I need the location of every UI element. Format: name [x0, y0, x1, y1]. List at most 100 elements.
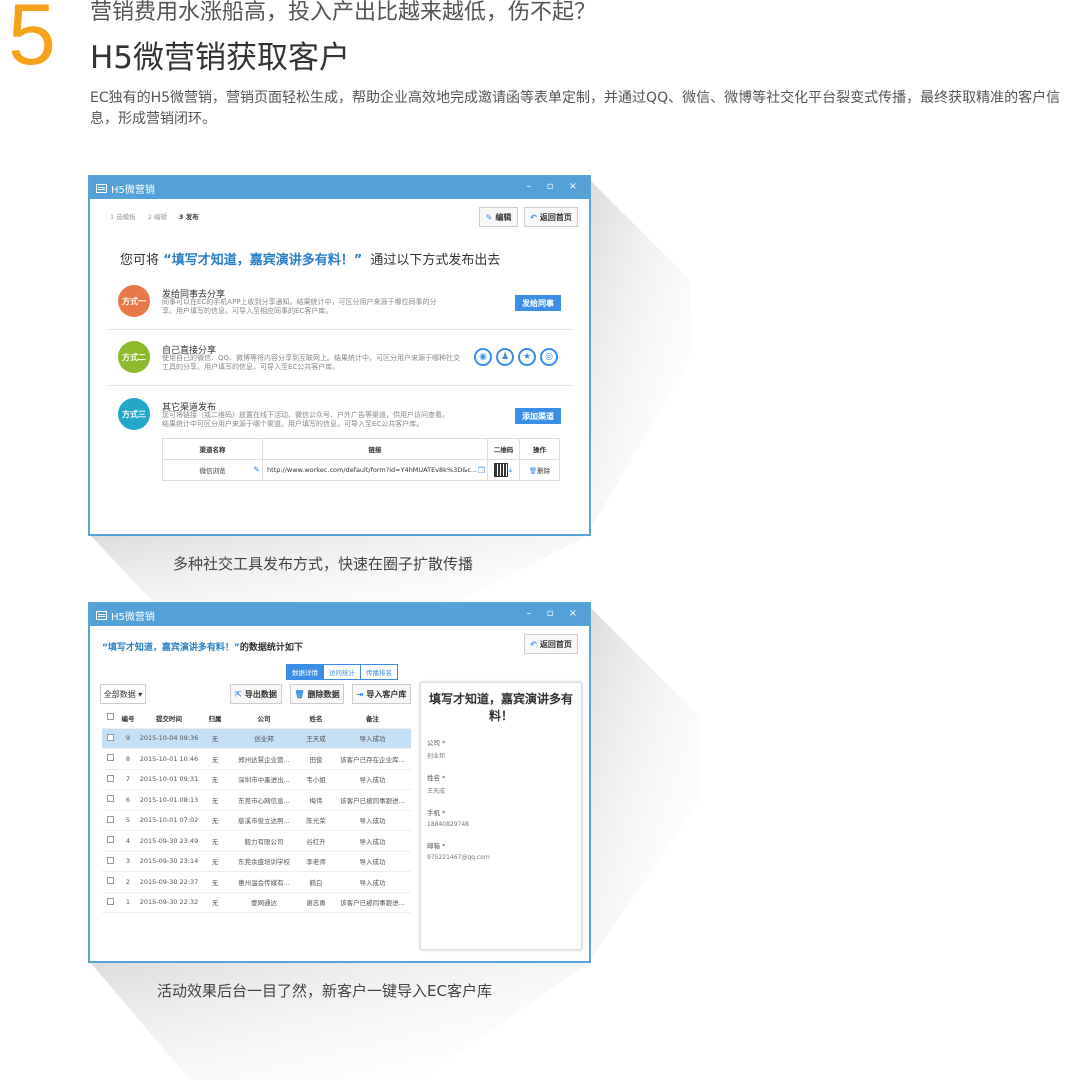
- back-arrow-icon: ↶: [530, 639, 537, 649]
- qr-code-icon[interactable]: [493, 463, 508, 477]
- row-number: 7: [118, 769, 138, 790]
- row-note: 导入成功: [334, 769, 411, 790]
- row-name: 梅伟: [298, 789, 334, 811]
- table-row[interactable]: 1 2015-09-30 22:32 无壹网通达 谢志勇 该客户已被同事跟进...: [102, 892, 411, 913]
- table-row[interactable]: 2 2015-09-30 22:37 无惠州温会传媒有... 鹤白 导入成功: [102, 871, 411, 893]
- row-checkbox[interactable]: [106, 897, 114, 905]
- back-home-button[interactable]: ↶ 返回首页: [524, 634, 578, 654]
- window-controls[interactable]: – ▫ ×: [526, 181, 583, 192]
- col-header: 编号: [118, 708, 138, 729]
- row-name: 李老师: [298, 851, 334, 872]
- qq-icon[interactable]: ♟: [496, 348, 514, 366]
- row-checkbox[interactable]: [106, 754, 114, 762]
- col-header: 操作: [519, 438, 560, 460]
- select-all-checkbox[interactable]: [106, 713, 114, 721]
- copy-icon[interactable]: ❐: [478, 466, 485, 475]
- tab-visit-stats[interactable]: 访问统计: [323, 664, 361, 680]
- section-description: EC独有的H5微营销，营销页面轻松生成，帮助企业高效地完成邀请函等表单定制，并通…: [90, 90, 1061, 127]
- field-value-email: 975221467@qq.com: [427, 854, 490, 861]
- row-note: 导入成功: [334, 851, 411, 872]
- method-desc-1: 同事可以在EC的手机APP上收到分享通知。结果统计中，可区分用户来源于哪位同事的…: [162, 298, 437, 315]
- delete-data-button[interactable]: 🗑 删除数据: [290, 684, 344, 704]
- section-subtitle: 营销费用水涨船高，投入产出比越来越低，伤不起？: [90, 0, 597, 25]
- row-checkbox[interactable]: [106, 856, 114, 864]
- window-titlebar: H5微营销 – ▫ ×: [90, 177, 589, 199]
- caption-stats: 活动效果后台一目了然，新客户一键导入EC客户库: [157, 982, 492, 1000]
- export-data-button[interactable]: ⇱ 导出数据: [230, 684, 282, 704]
- row-checkbox[interactable]: [106, 733, 114, 741]
- row-name: 王天成: [298, 728, 334, 749]
- table-row[interactable]: 6 2015-10-01 08:13 无东莞市心网信息... 梅伟 该客户已被同事跟进.…: [102, 789, 411, 811]
- app-icon: [96, 610, 107, 620]
- field-label-name: 姓名 *: [427, 774, 446, 782]
- row-checkbox[interactable]: [106, 774, 114, 782]
- qzone-icon[interactable]: ★: [518, 348, 536, 366]
- col-header: 归属: [200, 708, 230, 729]
- tab-data-detail[interactable]: 数据详情: [286, 664, 324, 680]
- step-1[interactable]: 1 选模板: [110, 211, 136, 221]
- back-home-button[interactable]: ↶ 返回首页: [524, 207, 578, 227]
- channel-name: 微信浏览: [199, 467, 226, 475]
- table-row[interactable]: 5 2015-10-01 07:02 无慈溪市俊立达照... 陈光荣 导入成功: [102, 810, 411, 831]
- row-checkbox[interactable]: [106, 795, 114, 803]
- stats-heading: “填写才知道，嘉宾演讲多有料！”的数据统计如下: [102, 643, 303, 653]
- publish-headline: 您可将 “填写才知道，嘉宾演讲多有料！” 通过以下方式发布出去: [120, 253, 501, 268]
- row-note: 该客户已存在企业库...: [334, 748, 411, 770]
- field-label-phone: 手机 *: [427, 809, 446, 817]
- row-checkbox[interactable]: [106, 836, 114, 844]
- row-company: 深圳市中墨进出...: [230, 769, 298, 790]
- window-controls[interactable]: – ▫ ×: [526, 608, 583, 619]
- table-row[interactable]: 4 2015-09-30 23:49 无毅力有限公司 谷红升 导入成功: [102, 830, 411, 852]
- channel-table: 渠道名称 链接 二维码 操作 微信浏览 ✎ http://www.workec.c…: [162, 438, 560, 481]
- table-row[interactable]: 8 2015-10-01 10:46 无郑州达慧企业管... 田俊 该客户已存在企业库.…: [102, 748, 411, 770]
- step-3[interactable]: 3 发布: [179, 211, 199, 221]
- table-row[interactable]: 3 2015-09-30 23:14 无东莞余盛培训学校 李老师 导入成功: [102, 851, 411, 872]
- window-title: H5微营销: [111, 611, 155, 623]
- step-2[interactable]: 2 编辑: [148, 211, 167, 221]
- row-number: 1: [118, 892, 138, 913]
- add-channel-button[interactable]: 添加渠道: [515, 408, 561, 424]
- app-icon: [96, 183, 107, 193]
- method-desc-2: 使用自己的微信、QQ、微博等将内容分享到互联网上。结果统计中，可区分用户来源于哪…: [162, 354, 461, 371]
- weibo-icon[interactable]: ◎: [540, 348, 558, 366]
- download-icon[interactable]: ⤓: [509, 465, 513, 474]
- import-icon: ⇥: [356, 689, 364, 699]
- row-owner: 无: [200, 789, 230, 811]
- field-label-company: 公司 *: [427, 739, 446, 747]
- row-number: 9: [118, 728, 138, 749]
- row-company: 惠州温会传媒有...: [230, 871, 298, 893]
- row-note: 该客户已被同事跟进...: [334, 892, 411, 913]
- row-time: 2015-10-01 07:02: [138, 810, 200, 831]
- tab-spread-rank[interactable]: 传播排名: [360, 664, 398, 680]
- row-owner: 无: [200, 748, 230, 770]
- row-owner: 无: [200, 728, 230, 749]
- edit-icon[interactable]: ✎: [253, 465, 260, 474]
- section-title: H5微营销获取客户: [90, 40, 351, 76]
- filter-dropdown[interactable]: 全部数据 ▾: [100, 684, 146, 704]
- col-header: 链接: [262, 438, 488, 460]
- channel-link[interactable]: http://www.workec.com/default/form?id=Y4…: [267, 466, 477, 474]
- method-desc-3: 您可将链接（或二维码）放置在线下活动、微信公众号、户外广告等渠道，供用户访问查看…: [162, 411, 449, 428]
- delete-link[interactable]: 删除: [537, 467, 550, 475]
- table-row[interactable]: 7 2015-10-01 09:31 无深圳市中墨进出... 韦小姐 导入成功: [102, 769, 411, 790]
- row-name: 陈光荣: [298, 810, 334, 831]
- row-time: 2015-09-30 22:37: [138, 871, 200, 893]
- export-icon: ⇱: [235, 689, 242, 699]
- submission-detail-panel: 填写才知道，嘉宾演讲多有料！ 公司 * 创业邦 姓名 * 王天成 手机 * 18…: [420, 682, 582, 950]
- table-row[interactable]: 9 2015-10-04 09:36 无创业邦 王天成 导入成功: [102, 728, 411, 749]
- row-checkbox[interactable]: [106, 815, 114, 823]
- row-checkbox[interactable]: [106, 877, 114, 885]
- wechat-icon[interactable]: ◉: [474, 348, 492, 366]
- col-header: 提交时间: [138, 708, 200, 729]
- row-time: 2015-10-01 08:13: [138, 789, 200, 811]
- import-customers-button[interactable]: ⇥ 导入客户库: [352, 684, 411, 704]
- window-titlebar: H5微营销 – ▫ ×: [90, 604, 589, 626]
- edit-button[interactable]: ✎ 编辑: [479, 207, 518, 227]
- submissions-table: 编号 提交时间 归属 公司 姓名 备注 9 2015-10-04 09:36 无创业…: [102, 708, 411, 913]
- col-header: 渠道名称: [162, 438, 263, 460]
- row-note: 该客户已被同事跟进...: [334, 789, 411, 811]
- field-value-phone: 18840829748: [427, 821, 469, 828]
- row-time: 2015-10-04 09:36: [138, 728, 200, 749]
- row-note: 导入成功: [334, 871, 411, 893]
- send-to-colleague-button[interactable]: 发给同事: [515, 295, 561, 311]
